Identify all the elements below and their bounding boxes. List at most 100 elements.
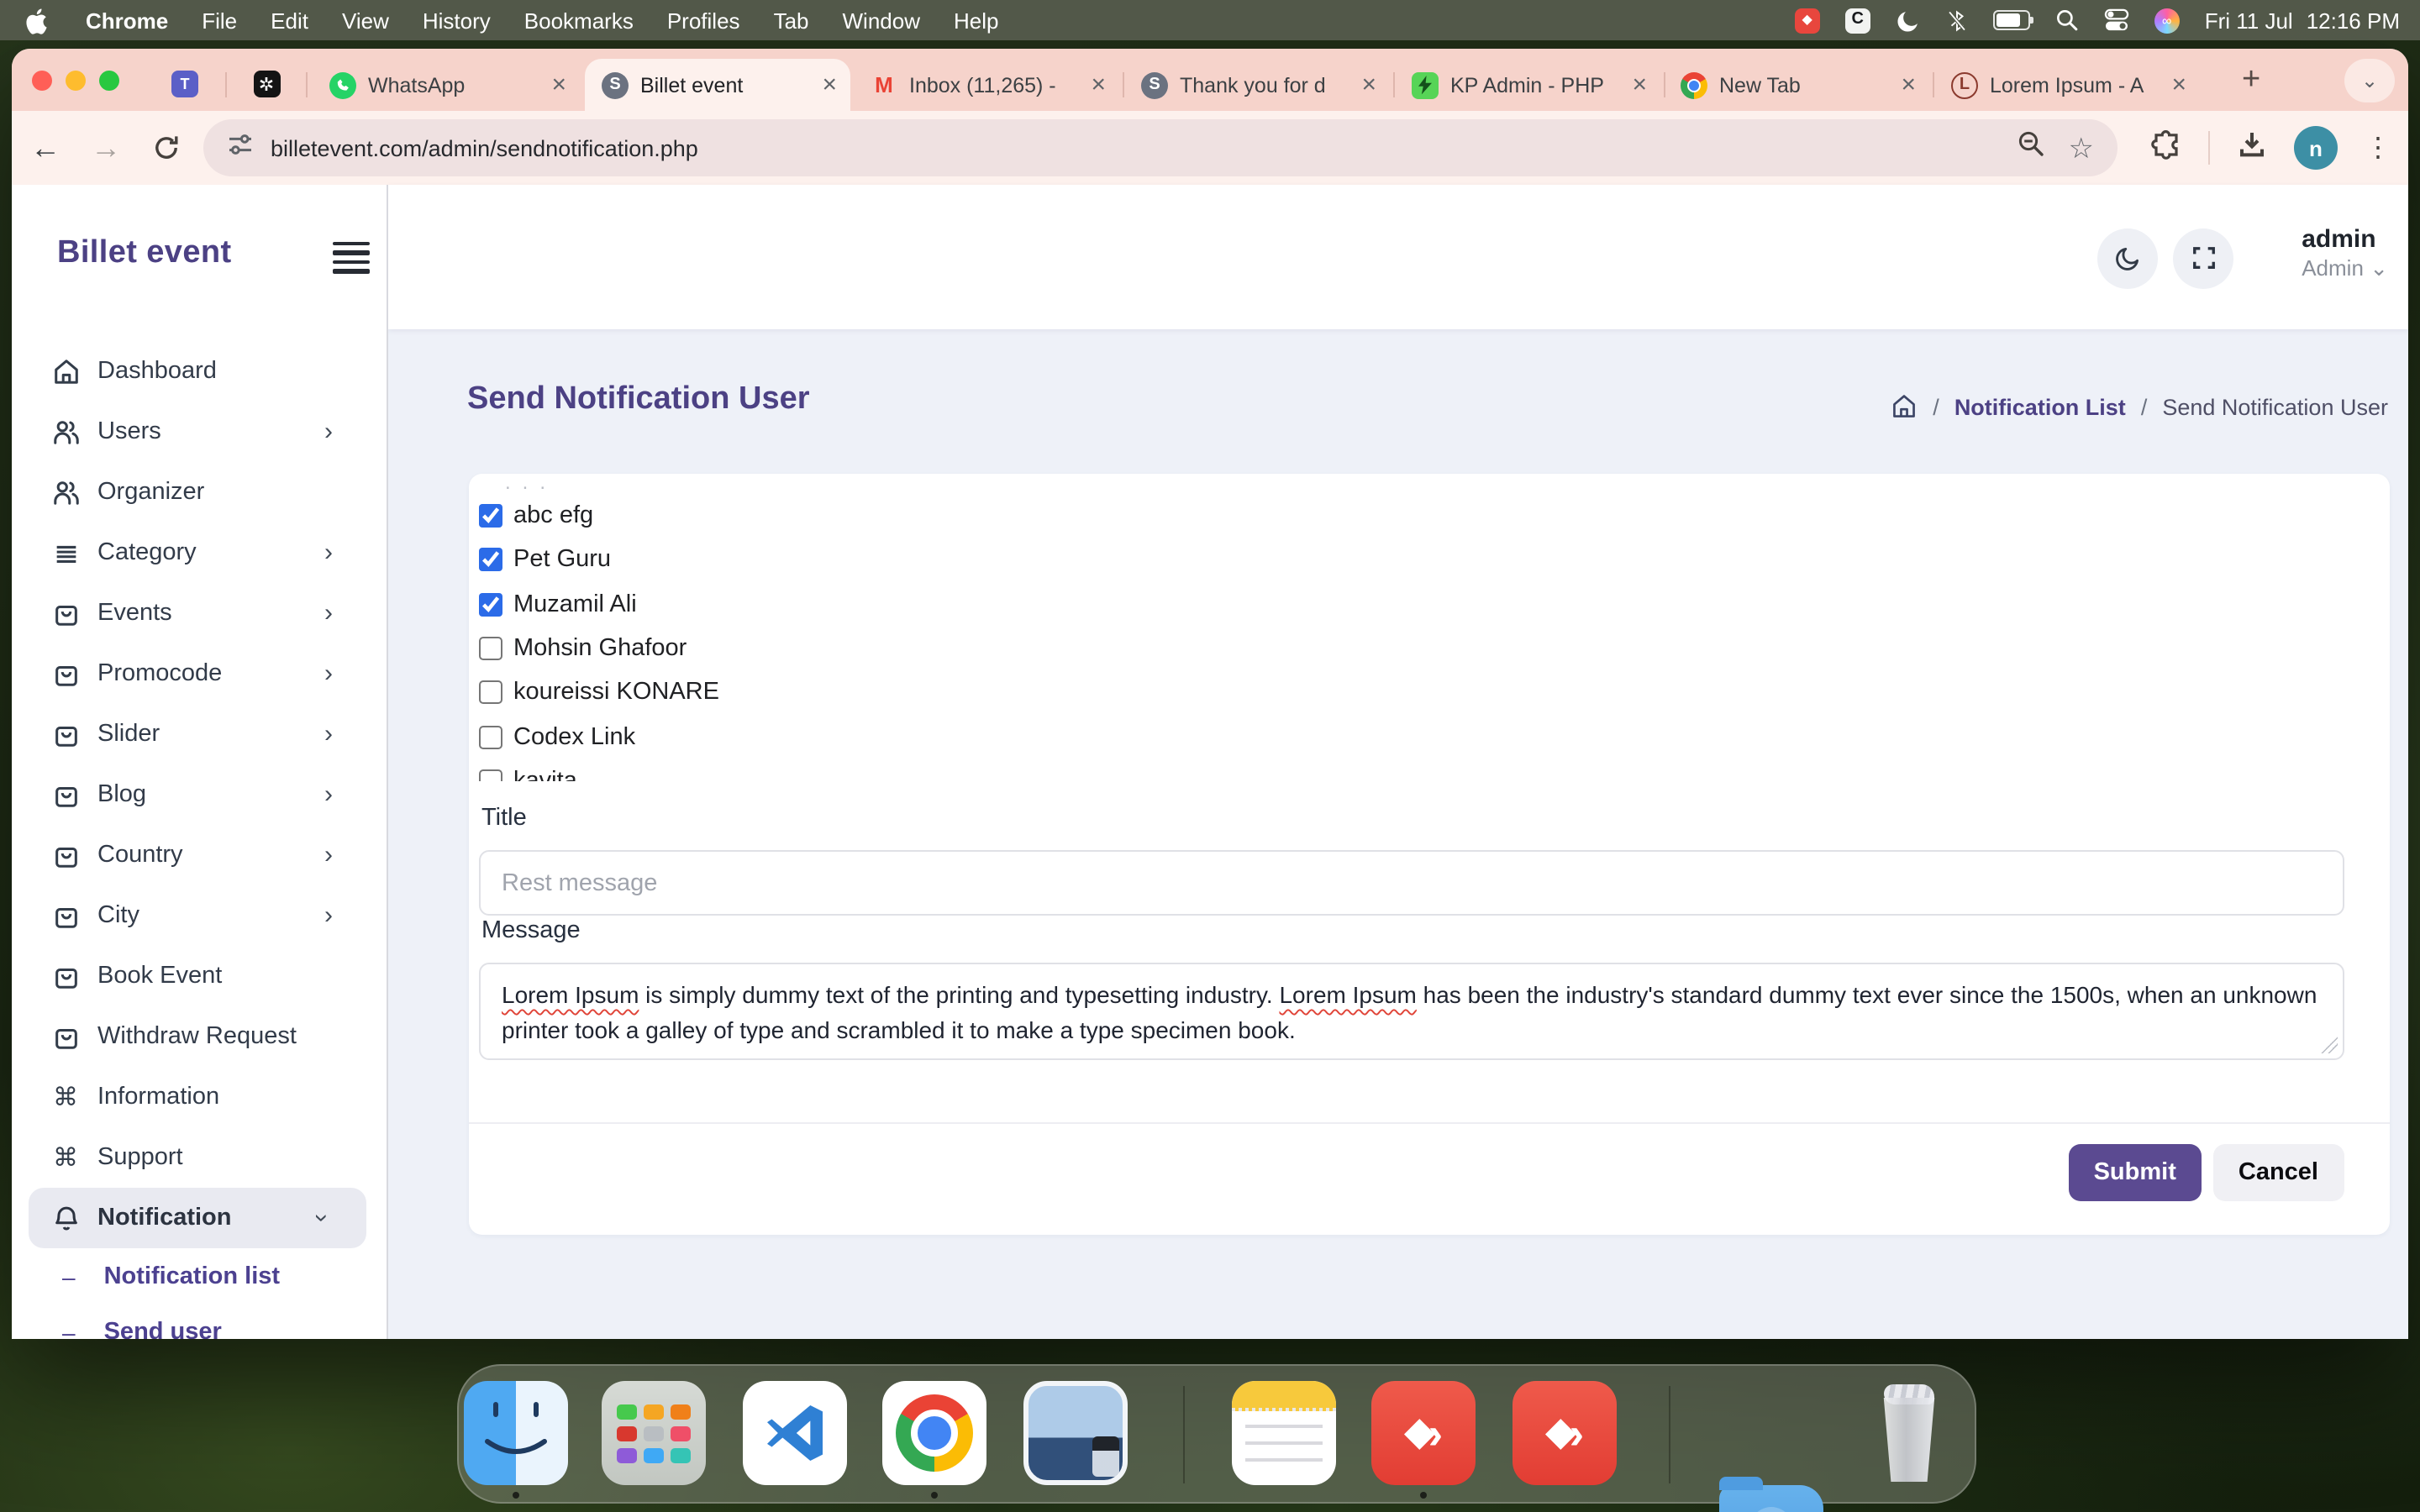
sidebar-item-dashboard[interactable]: Dashboard [12, 341, 387, 402]
tab-close-icon[interactable]: × [1632, 72, 1647, 97]
sidebar-item-events[interactable]: Events › [12, 583, 387, 643]
menu-item-history[interactable]: History [406, 8, 508, 33]
message-textarea[interactable]: Lorem Ipsum is simply dummy text of the … [478, 963, 2344, 1060]
sidebar-item-support[interactable]: ⌘ Support [12, 1127, 387, 1188]
sidebar-item-information[interactable]: ⌘ Information [12, 1067, 387, 1127]
tab-close-icon[interactable]: × [1091, 72, 1106, 97]
address-bar[interactable]: billetevent.com/admin/sendnotification.p… [203, 119, 2118, 176]
window-zoom-button[interactable] [99, 70, 119, 90]
tab-close-icon[interactable]: × [551, 72, 566, 97]
siri-icon[interactable]: ∞ [2154, 8, 2180, 33]
user-checkbox-muzamil-ali[interactable] [478, 592, 502, 616]
textarea-resize-handle[interactable] [2320, 1037, 2337, 1053]
browser-menu-icon[interactable]: ⋮ [2365, 131, 2391, 165]
notes-dock-icon[interactable] [1232, 1381, 1336, 1485]
user-checkbox-pet-guru[interactable] [478, 549, 502, 572]
menu-item-help[interactable]: Help [937, 8, 1016, 33]
tab-close-icon[interactable]: × [822, 72, 837, 97]
dark-mode-toggle[interactable] [2097, 228, 2158, 288]
launchpad-dock-icon[interactable] [602, 1381, 706, 1485]
sidebar-item-city[interactable]: City › [12, 885, 387, 946]
tab-close-icon[interactable]: × [1361, 72, 1376, 97]
tab-search-button[interactable]: ⌄ [2344, 59, 2395, 102]
tab-lorem-ipsum[interactable]: L Lorem Ipsum - A × [1934, 59, 2200, 111]
sidebar-item-notification[interactable]: Notification › [29, 1188, 366, 1248]
sidebar-item-book-event[interactable]: Book Event [12, 946, 387, 1006]
tab-thank-you[interactable]: S Thank you for d × [1124, 59, 1390, 111]
tab-gmail-inbox[interactable]: M Inbox (11,265) - × [854, 59, 1119, 111]
trash-dock-icon[interactable] [1857, 1381, 1961, 1485]
vscode-dock-icon[interactable] [743, 1381, 847, 1485]
user-checkbox-koureissi-konare[interactable] [478, 681, 502, 705]
home-icon[interactable] [1891, 393, 1918, 420]
sidebar-subitem-send-user[interactable]: – Send user [12, 1305, 387, 1338]
battery-icon[interactable] [1993, 10, 2030, 30]
tab-close-icon[interactable]: × [1901, 72, 1916, 97]
back-button[interactable]: ← [25, 128, 66, 168]
extensions-icon[interactable] [2151, 129, 2181, 167]
user-checkbox-mohsin-ghafoor[interactable] [478, 637, 502, 660]
apple-menu-icon[interactable] [20, 8, 55, 33]
control-center-icon[interactable] [2104, 8, 2129, 32]
breadcrumb-notification-list[interactable]: Notification List [1954, 394, 2126, 419]
menu-item-edit[interactable]: Edit [254, 8, 325, 33]
sidebar-subitem-notification-list[interactable]: – Notification list [12, 1248, 387, 1305]
bluetooth-off-icon[interactable] [1946, 8, 1968, 33]
cancel-button[interactable]: Cancel [2213, 1144, 2344, 1201]
submit-button[interactable]: Submit [2069, 1144, 2202, 1201]
fullscreen-button[interactable] [2173, 228, 2233, 288]
sidebar-toggle-icon[interactable] [333, 242, 370, 279]
menu-item-view[interactable]: View [325, 8, 406, 33]
user-menu[interactable]: admin Admin ⌄ [2302, 225, 2388, 282]
diamond-app-icon[interactable]: ◆ [1795, 8, 1820, 33]
teams-favicon[interactable]: T [171, 71, 198, 97]
user-checkbox-codex-link[interactable] [478, 725, 502, 748]
user-checkbox-kavita[interactable] [478, 769, 502, 781]
menu-item-chrome[interactable]: Chrome [69, 8, 185, 33]
c-app-icon[interactable]: C [1845, 8, 1870, 33]
bookmark-star-icon[interactable]: ☆ [2069, 134, 2095, 162]
sidebar-item-promocode[interactable]: Promocode › [12, 643, 387, 704]
sidebar-item-withdraw-request[interactable]: Withdraw Request [12, 1006, 387, 1067]
sidebar-item-blog[interactable]: Blog › [12, 764, 387, 825]
chrome-dock-icon[interactable] [882, 1381, 986, 1485]
browser-profile-avatar[interactable]: n [2294, 126, 2338, 170]
downloads-folder-dock-icon[interactable]: ↓ [1719, 1485, 1823, 1512]
forward-button[interactable]: → [86, 128, 126, 168]
diamond-arrow-app-2-dock-icon[interactable]: ◆› [1512, 1381, 1617, 1485]
sidebar-item-users[interactable]: Users › [12, 402, 387, 462]
user-checkbox-label: Muzamil Ali [513, 591, 637, 617]
menu-item-bookmarks[interactable]: Bookmarks [508, 8, 650, 33]
menu-item-file[interactable]: File [185, 8, 254, 33]
url-text[interactable]: billetevent.com/admin/sendnotification.p… [271, 135, 2000, 160]
window-minimize-button[interactable] [66, 70, 86, 90]
downloads-icon[interactable] [2237, 129, 2267, 167]
title-input[interactable] [478, 850, 2344, 916]
tab-close-icon[interactable]: × [2171, 72, 2186, 97]
preview-dock-icon[interactable] [1023, 1381, 1128, 1485]
sidebar-item-slider[interactable]: Slider › [12, 704, 387, 764]
tab-billet-event[interactable]: S Billet event × [585, 59, 850, 111]
menu-item-tab[interactable]: Tab [757, 8, 826, 33]
site-settings-icon[interactable] [227, 130, 254, 165]
spotlight-search-icon[interactable] [2055, 8, 2079, 32]
window-close-button[interactable] [32, 70, 52, 90]
do-not-disturb-moon-icon[interactable] [1896, 8, 1921, 33]
new-tab-button[interactable]: + [2242, 62, 2260, 99]
sidebar-item-category[interactable]: Category › [12, 522, 387, 583]
sidebar-item-country[interactable]: Country › [12, 825, 387, 885]
tab-kp-admin[interactable]: KP Admin - PHP × [1395, 59, 1660, 111]
reload-button[interactable] [146, 128, 187, 168]
menu-bar-clock[interactable]: Fri 11 Jul 12:16 PM [2205, 8, 2400, 33]
tab-new-tab[interactable]: New Tab × [1664, 59, 1929, 111]
zoom-out-icon[interactable] [2017, 129, 2045, 166]
asterisk-favicon[interactable]: ✲ [253, 71, 280, 97]
menu-item-profiles[interactable]: Profiles [650, 8, 757, 33]
app-logo[interactable]: Billet event [57, 235, 232, 272]
diamond-arrow-app-1-dock-icon[interactable]: ◆› [1371, 1381, 1476, 1485]
user-checkbox-abc-efg[interactable] [478, 504, 502, 528]
tab-whatsapp[interactable]: WhatsApp × [313, 59, 580, 111]
sidebar-item-organizer[interactable]: Organizer [12, 462, 387, 522]
finder-dock-icon[interactable] [464, 1381, 568, 1485]
menu-item-window[interactable]: Window [826, 8, 938, 33]
